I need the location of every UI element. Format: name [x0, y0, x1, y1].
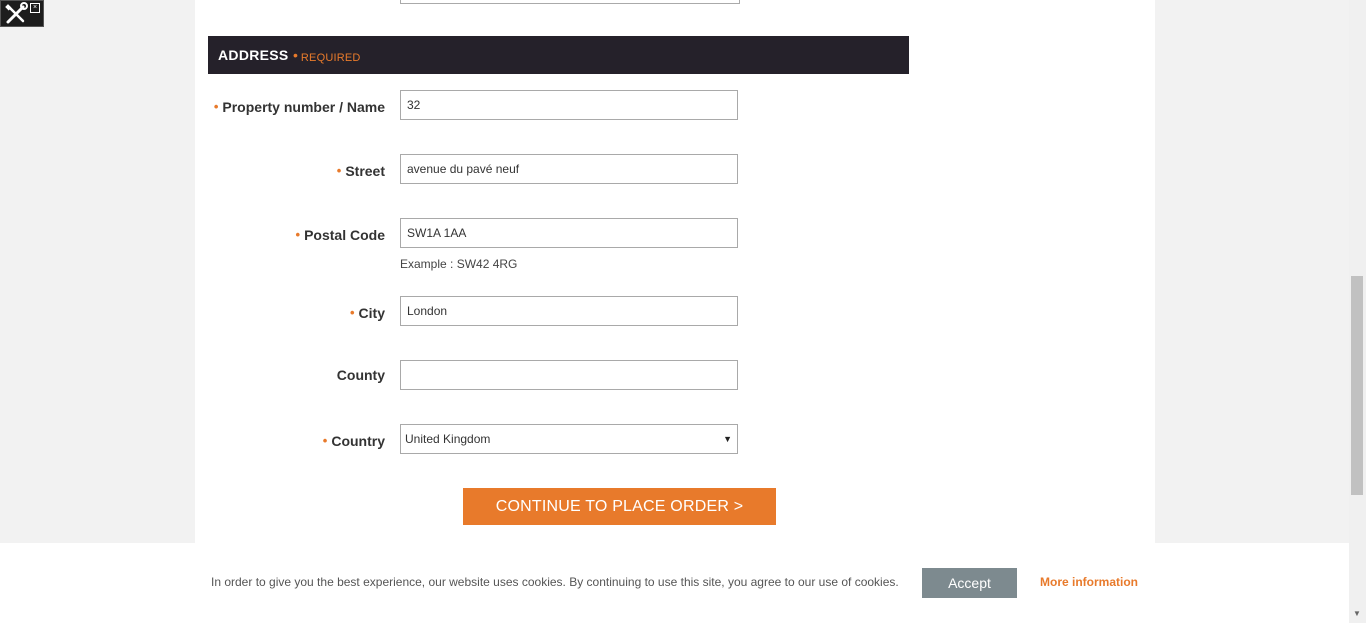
scroll-down-arrow-icon[interactable]: ▼	[1353, 609, 1361, 618]
more-information-link[interactable]: More information	[1040, 575, 1138, 589]
required-note: • REQUIRED	[293, 47, 361, 64]
required-dot-icon: •	[336, 163, 342, 178]
country-label: • Country	[322, 433, 385, 449]
required-dot-icon: •	[293, 47, 298, 63]
required-dot-icon: •	[213, 99, 219, 114]
required-dot-icon: •	[295, 227, 301, 242]
country-selected-value: United Kingdom	[405, 432, 491, 446]
address-section-header: ADDRESS • REQUIRED	[208, 36, 909, 74]
city-input[interactable]	[400, 296, 738, 326]
cookie-text: In order to give you the best experience…	[211, 575, 899, 589]
dropdown-arrow-icon: ▼	[723, 434, 732, 444]
wrench-screwdriver-icon	[5, 2, 28, 24]
cookie-banner: In order to give you the best experience…	[0, 543, 1349, 623]
tools-icon[interactable]: ×	[0, 0, 44, 27]
section-title: ADDRESS	[218, 47, 289, 63]
continue-to-place-order-button[interactable]: CONTINUE TO PLACE ORDER >	[463, 488, 776, 525]
required-dot-icon: •	[349, 305, 355, 320]
postal-hint: Example : SW42 4RG	[400, 257, 518, 271]
postal-input[interactable]	[400, 218, 738, 248]
checkout-page: ADDRESS • REQUIRED • Property number / Nam…	[195, 0, 1155, 543]
property-label: • Property number / Name	[213, 99, 385, 115]
vertical-scrollbar[interactable]: ▼	[1349, 0, 1366, 623]
required-dot-icon: •	[322, 433, 328, 448]
scrollbar-thumb[interactable]	[1351, 276, 1363, 495]
property-input[interactable]	[400, 90, 738, 120]
country-select[interactable]: United Kingdom ▼	[400, 424, 738, 454]
city-label: • City	[349, 305, 385, 321]
county-input[interactable]	[400, 360, 738, 390]
previous-field-edge	[400, 0, 740, 4]
street-input[interactable]	[400, 154, 738, 184]
close-icon[interactable]: ×	[30, 3, 40, 13]
county-label: County	[336, 367, 385, 383]
postal-label: • Postal Code	[295, 227, 385, 243]
accept-cookies-button[interactable]: Accept	[922, 568, 1017, 598]
street-label: • Street	[336, 163, 385, 179]
